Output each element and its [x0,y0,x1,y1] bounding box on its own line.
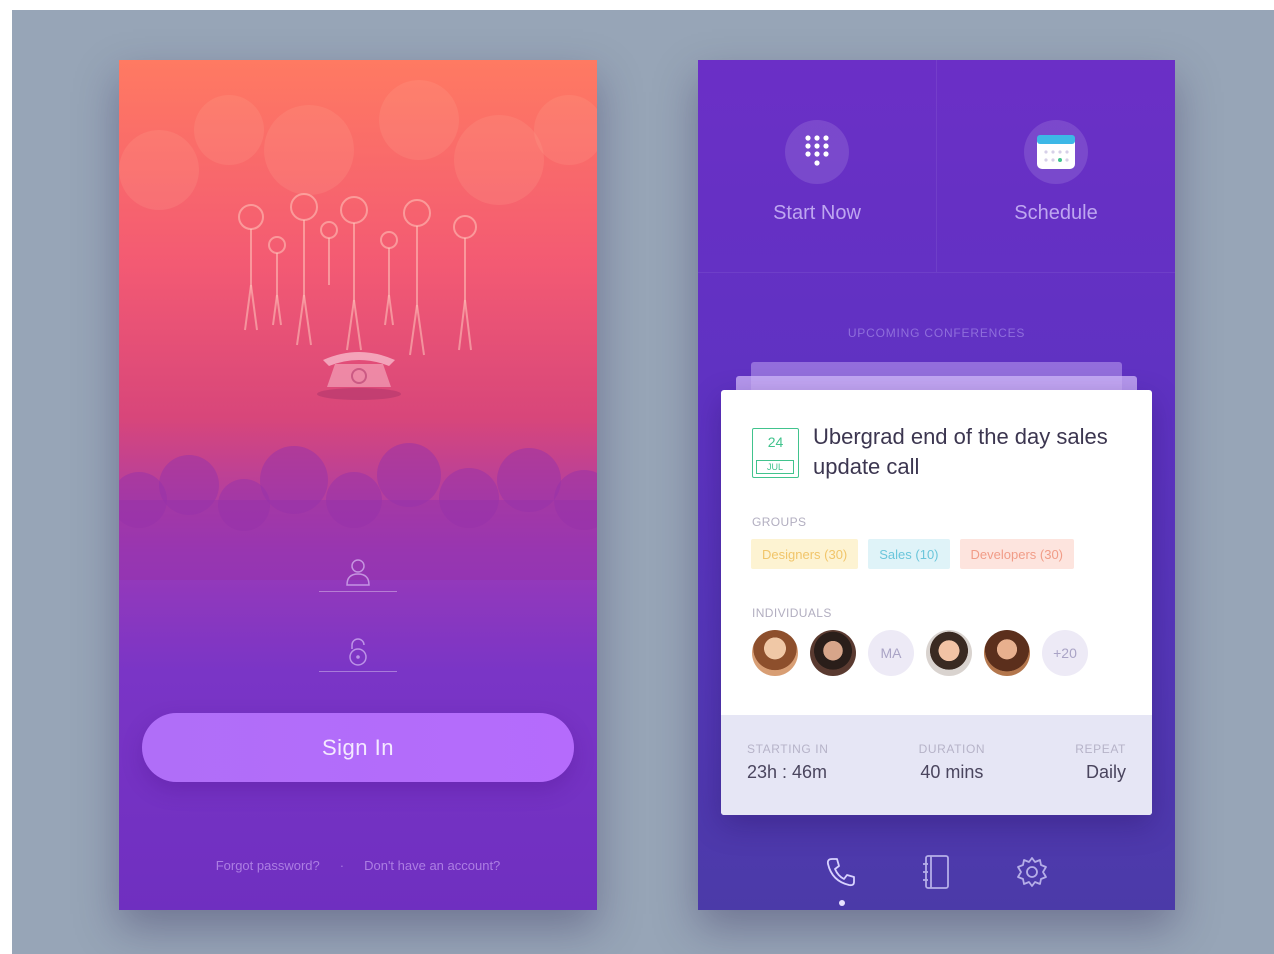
starting-in-label: STARTING IN [747,742,829,756]
contacts-book-icon [923,855,950,889]
start-now-button[interactable]: Start Now [698,60,937,272]
schedule-label: Schedule [1014,202,1098,224]
duration-value: 40 mins [920,762,984,782]
telephone-illustration [317,352,401,400]
bottom-tab-bar [698,842,1175,906]
more-participants-badge[interactable]: +20 [1042,630,1088,676]
starting-in-value: 23h : 46m [747,762,828,782]
username-field[interactable] [319,552,397,592]
avatar[interactable] [810,630,856,676]
link-separator: · [339,858,345,873]
avatar[interactable] [926,630,972,676]
start-now-label: Start Now [773,202,861,224]
tab-contacts[interactable] [916,852,956,892]
repeat-stat: REPEAT Daily [1075,742,1126,815]
conference-details: STARTING IN 23h : 46m DURATION 40 mins R… [721,715,1152,815]
conference-card[interactable]: 24 JUL Ubergrad end of the day sales upd… [721,390,1152,815]
repeat-value: Daily [1085,762,1126,782]
settings-gear-icon [1017,857,1048,887]
signup-link[interactable]: Don't have an account? [364,858,500,873]
active-tab-indicator [838,900,845,906]
user-icon [346,558,370,586]
avatar-initials[interactable]: MA [868,630,914,676]
group-chip-developers[interactable]: Developers (30) [959,539,1075,569]
calendar-icon [1024,120,1088,184]
dashboard-screen: Start Now Schedule UPCOMING CONFERENCES [698,60,1175,910]
repeat-label: REPEAT [1075,742,1126,756]
group-chips: Designers (30) Sales (10) Developers (30… [751,539,1075,569]
date-badge: 24 JUL [752,428,799,478]
upcoming-conferences-heading: UPCOMING CONFERENCES [847,326,1026,340]
quick-actions: Start Now Schedule [698,60,1175,272]
tab-settings[interactable] [1012,852,1052,892]
section-divider [698,272,1175,273]
call-icon [826,858,855,887]
date-day: 24 [767,434,784,450]
dialpad-icon [785,120,849,184]
signin-footer-links: Forgot password? · Don't have an account… [119,858,597,873]
groups-label: GROUPS [752,515,807,529]
password-field[interactable] [319,632,397,672]
lock-icon [349,637,367,666]
avatar[interactable] [752,630,798,676]
group-chip-sales[interactable]: Sales (10) [868,539,950,569]
tab-calls[interactable] [821,852,861,906]
group-chip-designers[interactable]: Designers (30) [751,539,859,569]
date-month: JUL [756,460,794,474]
avatar[interactable] [984,630,1030,676]
duration-label: DURATION [918,742,986,756]
duration-stat: DURATION 40 mins [919,742,986,815]
sign-in-button[interactable]: Sign In [142,713,574,782]
signin-screen: Sign In Forgot password? · Don't have an… [119,60,597,910]
schedule-button[interactable]: Schedule [937,60,1175,272]
forgot-password-link[interactable]: Forgot password? [216,858,320,873]
conference-title: Ubergrad end of the day sales update cal… [813,424,1108,479]
starting-in-stat: STARTING IN 23h : 46m [747,742,829,815]
individuals-label: INDIVIDUALS [752,606,832,620]
individual-avatars: MA +20 [752,630,1088,676]
